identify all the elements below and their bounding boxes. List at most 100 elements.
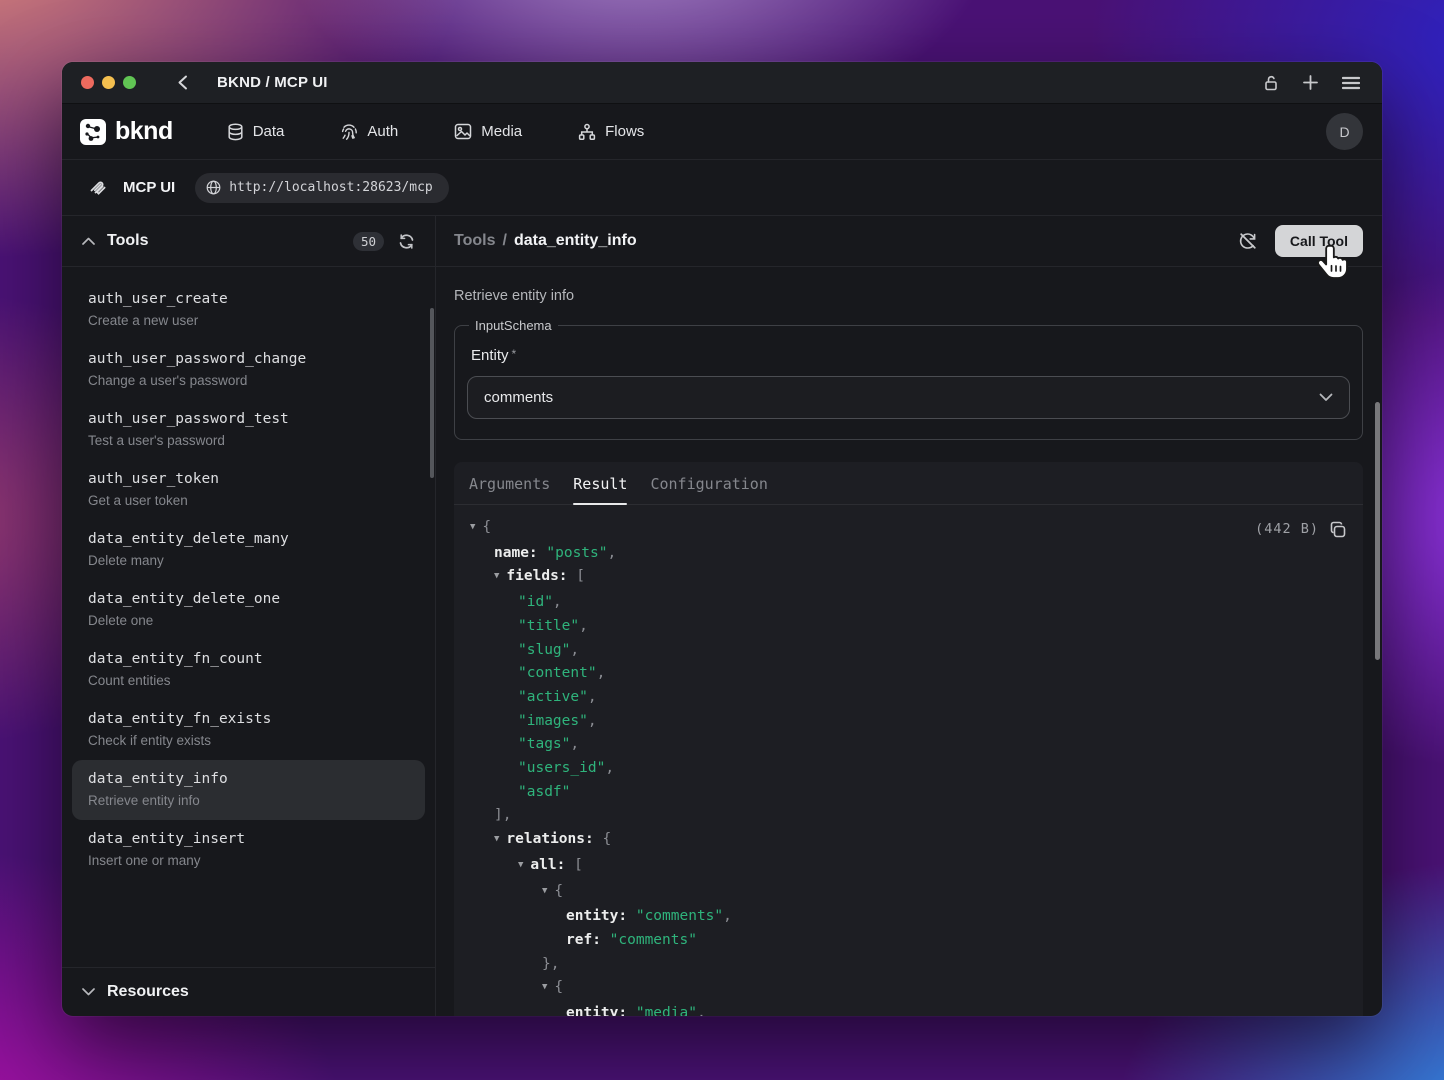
tab-result[interactable]: Result (573, 462, 627, 504)
avatar[interactable]: D (1326, 113, 1363, 150)
tools-sidebar: Tools 50 auth_user_create Create a new us… (62, 216, 436, 1016)
tools-header-label: Tools (107, 232, 148, 250)
json-line: entity: "comments", (454, 905, 1348, 929)
minimize-button[interactable] (102, 76, 115, 89)
zoom-button[interactable] (123, 76, 136, 89)
json-line: "tags", (454, 733, 1348, 757)
result-json-view[interactable]: (442 B) ▼{name: "posts",▼fields: ["id","… (454, 505, 1363, 1016)
tool-list-item[interactable]: data_entity_fn_exists Check if entity exi… (72, 700, 425, 760)
main-header: Tools / data_entity_info Call Tool (436, 216, 1382, 267)
tools-count-badge: 50 (353, 232, 384, 251)
tab-configuration[interactable]: Configuration (650, 462, 767, 504)
nav-item-media[interactable]: Media (454, 123, 522, 141)
menu-icon[interactable] (1342, 76, 1360, 90)
json-line: name: "posts", (454, 542, 1348, 566)
json-line[interactable]: ▼all: [ (454, 854, 1348, 880)
tool-list-item[interactable]: auth_user_password_change Change a user's… (72, 340, 425, 400)
required-asterisk: * (512, 347, 517, 361)
tool-list-item[interactable]: auth_user_create Create a new user (72, 280, 425, 340)
tool-list-item[interactable]: auth_user_password_testTest a user's pas… (72, 400, 425, 460)
json-line: "active", (454, 686, 1348, 710)
json-line[interactable]: ▼{ (454, 516, 1348, 542)
tool-name: auth_user_password_change (88, 351, 409, 367)
entity-field-label: Entity* (471, 347, 1350, 364)
main-panel: Tools / data_entity_info Call Tool Retri… (436, 216, 1382, 1016)
tool-list-item[interactable]: data_entity_delete_manyDelete many (72, 520, 425, 580)
tools-header[interactable]: Tools 50 (62, 216, 435, 267)
result-size: (442 B) (1255, 518, 1319, 542)
tool-list-item[interactable]: data_entity_fn_countCount entities (72, 640, 425, 700)
tool-desc: Create a new user (88, 313, 409, 328)
tool-desc: Delete one (88, 613, 409, 628)
tool-desc: Check if entity exists (88, 733, 409, 748)
tool-list-item[interactable]: auth_user_tokenGet a user token (72, 460, 425, 520)
window-title: BKND / MCP UI (217, 74, 328, 91)
entity-select-value: comments (484, 389, 553, 406)
tab-arguments[interactable]: Arguments (469, 462, 550, 504)
refresh-off-icon[interactable] (1238, 231, 1258, 251)
tool-description: Retrieve entity info (454, 288, 1363, 304)
database-icon (227, 123, 244, 141)
breadcrumb-section[interactable]: Tools (454, 232, 495, 250)
mcp-url-pill[interactable]: http://localhost:28623/mcp (195, 173, 449, 203)
main-scrollbar[interactable] (1375, 402, 1380, 660)
lock-open-icon[interactable] (1263, 74, 1279, 91)
tool-name: data_entity_delete_one (88, 591, 409, 607)
collapse-triangle-icon[interactable]: ▼ (494, 565, 499, 589)
json-line: "content", (454, 662, 1348, 686)
mcp-bar: MCP UI http://localhost:28623/mcp (62, 160, 1382, 216)
tool-desc: Insert one or many (88, 853, 409, 868)
collapse-triangle-icon[interactable]: ▼ (518, 854, 523, 878)
refresh-icon[interactable] (398, 233, 415, 250)
tool-name: data_entity_fn_count (88, 651, 409, 667)
json-line: "asdf" (454, 781, 1348, 805)
breadcrumb-separator: / (502, 232, 506, 250)
collapse-triangle-icon[interactable]: ▼ (470, 516, 475, 540)
titlebar: BKND / MCP UI (62, 62, 1382, 104)
tool-name: data_entity_insert (88, 831, 409, 847)
nav-item-flows[interactable]: Flows (578, 123, 644, 141)
nav-item-data[interactable]: Data (227, 123, 285, 141)
sidebar-scrollbar[interactable] (430, 308, 434, 478)
json-line: ], (454, 804, 1348, 828)
mcp-title: MCP UI (123, 179, 175, 196)
json-line: "images", (454, 710, 1348, 734)
entity-select[interactable]: comments (467, 376, 1350, 419)
json-line: entity: "media", (454, 1002, 1348, 1016)
resources-header-label: Resources (107, 983, 189, 1001)
tool-desc: Change a user's password (88, 373, 409, 388)
tool-list-item[interactable]: data_entity_infoRetrieve entity info (72, 760, 425, 820)
back-icon[interactable] (176, 75, 189, 90)
nav-item-auth[interactable]: Auth (340, 123, 398, 141)
tab-bar: Arguments Result Configuration (454, 462, 1363, 505)
tool-list-item[interactable]: data_entity_insert Insert one or many (72, 820, 425, 880)
json-line[interactable]: ▼{ (454, 880, 1348, 906)
breadcrumb-tool: data_entity_info (514, 232, 637, 250)
window-controls (81, 76, 136, 89)
collapse-triangle-icon[interactable]: ▼ (542, 880, 547, 904)
call-tool-button[interactable]: Call Tool (1275, 225, 1363, 257)
copy-icon[interactable] (1329, 521, 1347, 539)
plus-icon[interactable] (1302, 74, 1319, 91)
resources-header[interactable]: Resources (62, 967, 435, 1016)
json-line: "slug", (454, 639, 1348, 663)
mcp-icon (88, 178, 108, 198)
json-line[interactable]: ▼{ (454, 976, 1348, 1002)
entity-label-text: Entity (471, 347, 509, 364)
collapse-triangle-icon[interactable]: ▼ (494, 828, 499, 852)
tool-desc: Test a user's password (88, 433, 409, 448)
json-line[interactable]: ▼relations: { (454, 828, 1348, 854)
content-area: Tools 50 auth_user_create Create a new us… (62, 216, 1382, 1016)
json-line[interactable]: ▼fields: [ (454, 565, 1348, 591)
tool-list-item[interactable]: data_entity_delete_one Delete one (72, 580, 425, 640)
close-button[interactable] (81, 76, 94, 89)
avatar-initial: D (1339, 124, 1349, 140)
bknd-logo[interactable]: bknd (80, 117, 173, 146)
tool-name: data_entity_fn_exists (88, 711, 409, 727)
result-card: ArgumentsResultConfiguration (442 B) ▼{n… (454, 462, 1363, 1016)
fingerprint-icon (340, 123, 358, 141)
tool-name: auth_user_create (88, 291, 409, 307)
collapse-triangle-icon[interactable]: ▼ (542, 976, 547, 1000)
brand-name: bknd (115, 117, 173, 146)
nav-item-label: Media (481, 123, 522, 140)
